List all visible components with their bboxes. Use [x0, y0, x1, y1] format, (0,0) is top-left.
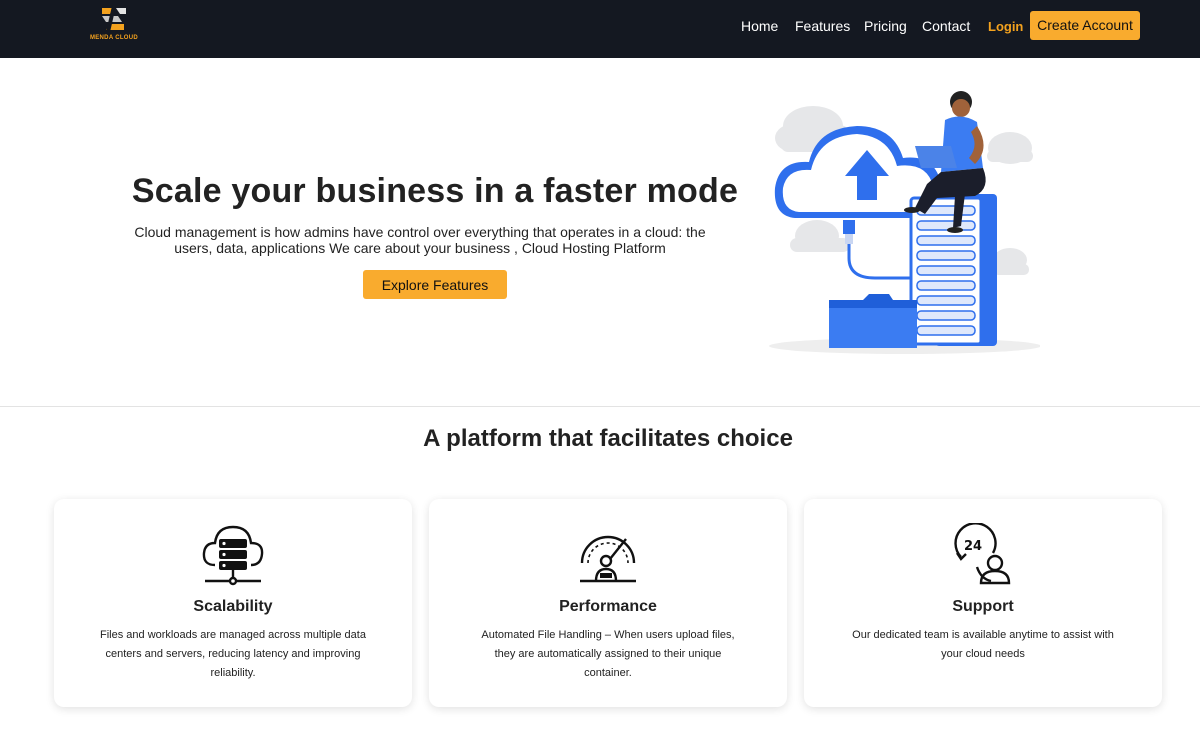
hero-subtitle-line-1: Cloud management is how admins have cont… — [134, 224, 706, 240]
feature-description: Files and workloads are managed across m… — [100, 629, 366, 679]
section-title: A platform that facilitates choice — [423, 425, 793, 452]
nav-contact[interactable]: Contact — [922, 18, 970, 34]
top-navbar: MENDA CLOUD Home Features Pricing Contac… — [0, 0, 1200, 58]
brand-name: MENDA CLOUD — [89, 35, 139, 41]
nav-features[interactable]: Features — [795, 18, 850, 34]
section-divider — [0, 406, 1200, 407]
feature-title: Scalability — [193, 598, 273, 615]
hero-subtitle-line-2: users, data, applications We care about … — [174, 240, 666, 256]
feature-card-performance: Performance Automated File Handling – Wh… — [429, 499, 787, 707]
nav-pricing[interactable]: Pricing — [864, 18, 907, 34]
feature-card-support: 24 Support Our dedicated team is availab… — [804, 499, 1162, 707]
hero-title: Scale your business in a faster mode — [131, 172, 739, 210]
brand-logo[interactable]: MENDA CLOUD — [86, 4, 142, 44]
feature-card-scalability: Scalability Files and workloads are mana… — [54, 499, 412, 707]
svg-text:24: 24 — [964, 539, 982, 554]
create-account-button[interactable]: Create Account — [1030, 11, 1140, 40]
feature-title: Support — [952, 598, 1014, 615]
nav-home[interactable]: Home — [741, 18, 778, 34]
cloud-server-icon — [202, 525, 264, 586]
explore-features-button[interactable]: Explore Features — [363, 270, 507, 299]
speedometer-icon — [580, 535, 636, 583]
hero-subtitle: Cloud management is how admins have cont… — [130, 224, 710, 256]
feature-description: Automated File Handling – When users upl… — [481, 629, 735, 679]
feature-title: Performance — [559, 598, 657, 615]
support-24-icon: 24 — [954, 523, 1011, 585]
feature-description: Our dedicated team is available anytime … — [852, 629, 1114, 660]
login-link[interactable]: Login — [988, 19, 1023, 34]
cloud-upload-server-illustration — [769, 91, 1040, 354]
s-logo-icon — [102, 6, 126, 32]
